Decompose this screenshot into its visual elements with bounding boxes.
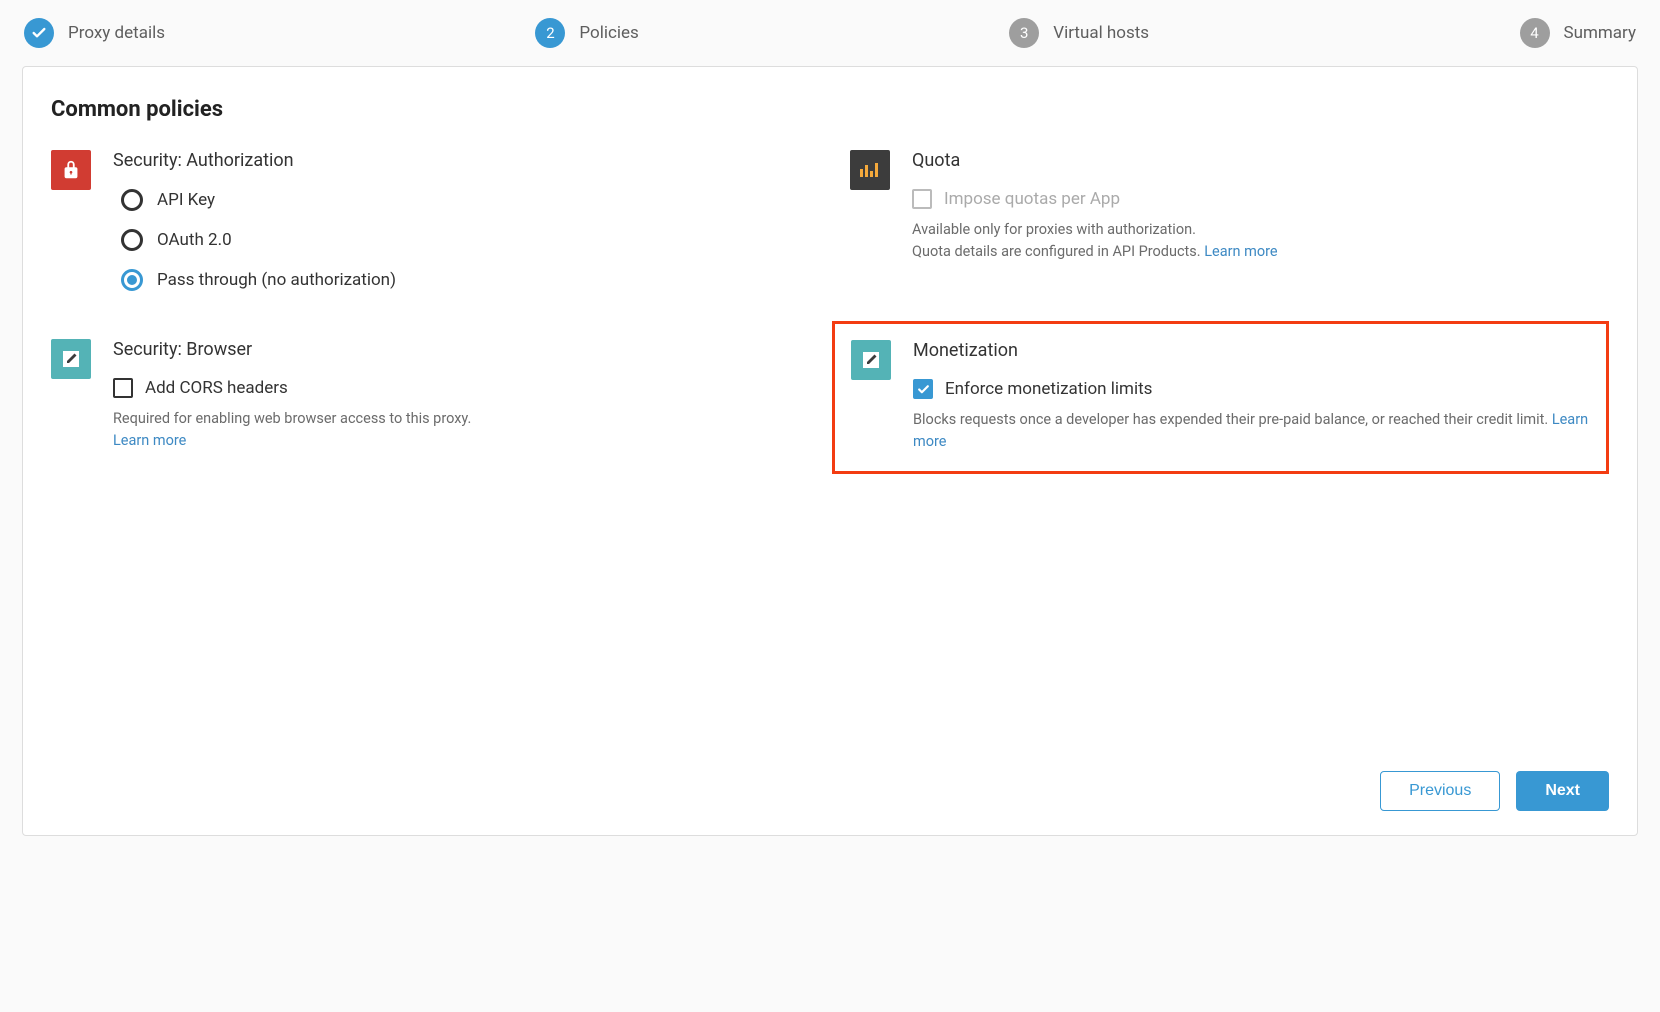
step-policies[interactable]: 2 Policies — [535, 18, 638, 48]
radio-icon — [121, 269, 143, 291]
wizard-footer: Previous Next — [51, 747, 1609, 811]
helper-text: Available only for proxies with authoriz… — [912, 219, 1609, 263]
checkbox-label: Add CORS headers — [145, 378, 288, 398]
checkbox-label: Enforce monetization limits — [945, 379, 1152, 399]
check-icon — [24, 18, 54, 48]
radio-label: Pass through (no authorization) — [157, 270, 396, 290]
next-button[interactable]: Next — [1516, 771, 1609, 811]
pencil-icon — [51, 339, 91, 379]
policy-heading: Security: Browser — [113, 339, 810, 360]
step-proxy-details[interactable]: Proxy details — [24, 18, 165, 48]
policy-security-authorization: Security: Authorization API Key OAuth 2.… — [51, 150, 810, 291]
policy-security-browser: Security: Browser Add CORS headers Requi… — [51, 339, 810, 474]
checkbox-label: Impose quotas per App — [944, 189, 1120, 209]
radio-label: OAuth 2.0 — [157, 230, 232, 250]
step-number-icon: 4 — [1520, 18, 1550, 48]
policy-heading: Monetization — [913, 340, 1590, 361]
policy-monetization: Monetization Enforce monetization limits… — [851, 340, 1590, 453]
step-label: Summary — [1564, 23, 1636, 43]
policy-heading: Quota — [912, 150, 1609, 171]
radio-api-key[interactable]: API Key — [121, 189, 810, 211]
radio-icon — [121, 189, 143, 211]
learn-more-link[interactable]: Learn more — [1204, 243, 1277, 260]
helper-text: Blocks requests once a developer has exp… — [913, 409, 1590, 453]
policy-quota: Quota Impose quotas per App Available on… — [850, 150, 1609, 291]
checkbox-icon — [913, 379, 933, 399]
step-number-icon: 2 — [535, 18, 565, 48]
learn-more-link[interactable]: Learn more — [113, 432, 186, 449]
bar-chart-icon — [850, 150, 890, 190]
radio-pass-through[interactable]: Pass through (no authorization) — [121, 269, 810, 291]
step-summary[interactable]: 4 Summary — [1520, 18, 1636, 48]
previous-button[interactable]: Previous — [1380, 771, 1500, 811]
policies-panel: Common policies Security: Authorization … — [22, 66, 1638, 836]
monetization-highlight: Monetization Enforce monetization limits… — [832, 321, 1609, 474]
helper-text: Required for enabling web browser access… — [113, 408, 810, 452]
checkbox-icon — [912, 189, 932, 209]
step-label: Proxy details — [68, 23, 165, 43]
step-label: Virtual hosts — [1053, 23, 1149, 43]
step-virtual-hosts[interactable]: 3 Virtual hosts — [1009, 18, 1149, 48]
checkbox-add-cors[interactable]: Add CORS headers — [113, 378, 810, 398]
page-title: Common policies — [51, 97, 1609, 122]
checkbox-impose-quotas: Impose quotas per App — [912, 189, 1609, 209]
lock-icon — [51, 150, 91, 190]
authorization-radio-group: API Key OAuth 2.0 Pass through (no autho… — [121, 189, 810, 291]
pencil-icon — [851, 340, 891, 380]
wizard-stepper: Proxy details 2 Policies 3 Virtual hosts… — [0, 0, 1660, 66]
checkbox-enforce-monetization[interactable]: Enforce monetization limits — [913, 379, 1590, 399]
step-number-icon: 3 — [1009, 18, 1039, 48]
policy-grid: Security: Authorization API Key OAuth 2.… — [51, 150, 1609, 474]
step-label: Policies — [579, 23, 638, 43]
policy-heading: Security: Authorization — [113, 150, 810, 171]
radio-oauth[interactable]: OAuth 2.0 — [121, 229, 810, 251]
checkbox-icon — [113, 378, 133, 398]
radio-icon — [121, 229, 143, 251]
radio-label: API Key — [157, 190, 215, 210]
